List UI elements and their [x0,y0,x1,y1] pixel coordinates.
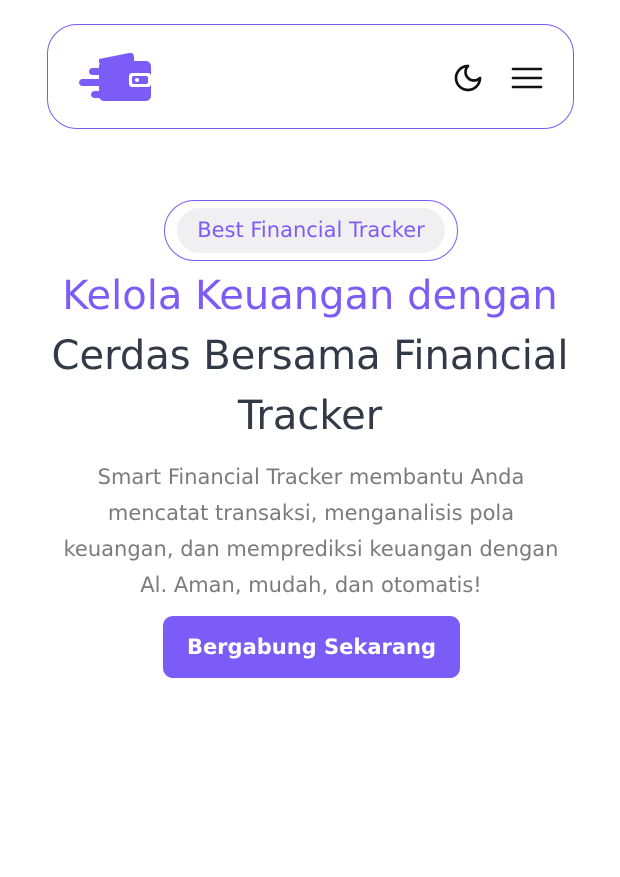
hero-badge: Best Financial Tracker [177,208,445,253]
hamburger-menu-icon [511,67,543,89]
hero-description: Smart Financial Tracker membantu Anda me… [63,465,559,597]
join-now-button[interactable]: Bergabung Sekarang [163,616,460,678]
navbar [47,24,574,129]
menu-button[interactable] [511,66,543,90]
hero-title: Kelola Keuangan dengan Cerdas Bersama Fi… [30,266,590,446]
moon-icon [454,64,482,92]
logo-link[interactable] [79,49,155,107]
theme-toggle-button[interactable] [452,62,484,94]
wallet-speed-icon [79,52,151,101]
badge-outline: Best Financial Tracker [164,200,458,261]
hero-title-accent: Kelola Keuangan dengan [62,273,558,319]
hero-title-rest: Cerdas Bersama Financial Tracker [51,333,569,439]
